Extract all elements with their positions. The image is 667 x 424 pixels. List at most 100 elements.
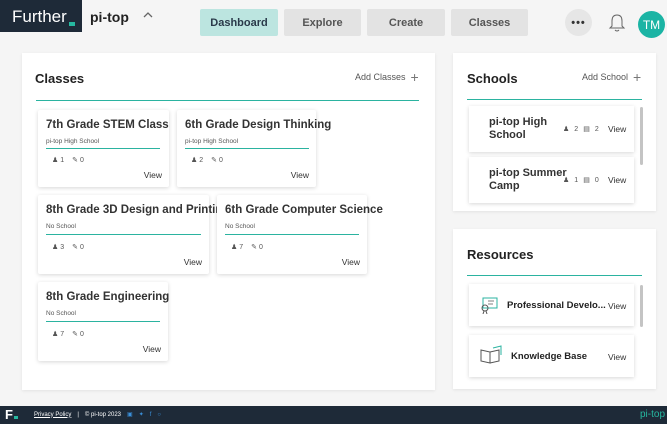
edit-count-value: 0 xyxy=(258,244,263,251)
view-resource-button[interactable]: View xyxy=(608,352,626,362)
view-school-button[interactable]: View xyxy=(608,124,626,134)
schools-title: Schools xyxy=(467,71,518,86)
footer-links: Privacy Policy | © pi-top 2023 ▣ ✦ f ○ xyxy=(34,411,161,419)
class-stats: ♟ 3 ✎ 0 xyxy=(52,243,84,251)
class-card[interactable]: 6th Grade Computer Science No School ♟ 7… xyxy=(217,195,383,274)
student-count-value: 7 xyxy=(239,244,244,251)
school-name-line2: School xyxy=(489,129,526,141)
classes-title: Classes xyxy=(35,71,85,86)
student-count: ♟ 7 xyxy=(231,243,243,251)
add-classes-label: Add Classes xyxy=(355,72,406,82)
more-options-button[interactable]: ••• xyxy=(565,9,592,36)
view-class-button[interactable]: View xyxy=(184,257,202,267)
instagram-icon[interactable]: ▣ xyxy=(127,411,133,418)
tab-explore[interactable]: Explore xyxy=(284,9,361,36)
facebook-icon[interactable]: f xyxy=(150,412,152,418)
student-count-value: 7 xyxy=(60,331,65,338)
resource-row[interactable]: Professional Develo... View xyxy=(469,284,634,326)
resource-name: Knowledge Base xyxy=(511,351,588,362)
school-name-line1: pi-top High xyxy=(489,116,548,128)
school-stats: ♟ 2 ▤ 2 xyxy=(563,125,599,134)
student-count: ♟ 3 xyxy=(52,243,64,251)
add-classes-button[interactable]: Add Classes + xyxy=(355,70,419,84)
edit-count-value: 0 xyxy=(79,331,84,338)
view-class-button[interactable]: View xyxy=(143,344,161,354)
view-resource-button[interactable]: View xyxy=(608,301,626,311)
certificate-icon xyxy=(479,294,501,319)
pencil-icon: ✎ xyxy=(72,157,79,164)
class-school: No School xyxy=(225,223,255,230)
class-school: pi-top High School xyxy=(185,138,239,145)
class-card[interactable]: 7th Grade STEM Class pi-top High School … xyxy=(38,110,169,187)
class-school: No School xyxy=(46,310,76,317)
class-name: 6th Grade Design Thinking xyxy=(185,119,332,131)
class-school: pi-top High School xyxy=(46,138,100,145)
resource-row[interactable]: Knowledge Base View xyxy=(469,335,634,377)
view-class-button[interactable]: View xyxy=(144,170,162,180)
tab-create[interactable]: Create xyxy=(367,9,445,36)
school-name: pi-top High School xyxy=(489,116,547,142)
view-class-button[interactable]: View xyxy=(342,257,360,267)
school-name-line1: pi-top Summer xyxy=(489,167,567,179)
edit-count: ✎ 0 xyxy=(72,156,84,164)
classes-title-underline xyxy=(36,100,419,101)
discord-icon[interactable]: ○ xyxy=(157,412,161,418)
pencil-icon: ✎ xyxy=(251,244,258,251)
class-name: 8th Grade 3D Design and Printing xyxy=(46,204,230,216)
person-icon: ♟ xyxy=(52,331,59,338)
person-icon: ♟ xyxy=(52,157,59,164)
class-stats: ♟ 7 ✎ 0 xyxy=(231,243,263,251)
logo-accent-mark xyxy=(13,416,18,419)
edit-count: ✎ 0 xyxy=(251,243,263,251)
resources-title-underline xyxy=(467,275,642,276)
class-stats: ♟ 2 ✎ 0 xyxy=(191,156,223,164)
privacy-policy-link[interactable]: Privacy Policy xyxy=(34,412,71,418)
schools-scrollbar[interactable] xyxy=(640,107,643,165)
class-stats: ♟ 7 ✎ 0 xyxy=(52,330,84,338)
student-count-value: 1 xyxy=(60,157,65,164)
schools-title-underline xyxy=(467,99,642,100)
edit-count-value: 0 xyxy=(79,244,84,251)
student-count-value: 3 xyxy=(60,244,65,251)
class-card[interactable]: 8th Grade 3D Design and Printing No Scho… xyxy=(38,195,229,274)
tab-classes[interactable]: Classes xyxy=(451,9,528,36)
person-icon: ♟ xyxy=(231,244,238,251)
footer-logo[interactable]: F xyxy=(5,407,18,422)
class-card[interactable]: 8th Grade Engineering No School ♟ 7 ✎ 0 … xyxy=(38,282,170,361)
further-logo-text: Further xyxy=(12,7,67,26)
top-navigation: Further pi-top Dashboard Explore Create … xyxy=(0,0,667,43)
view-class-button[interactable]: View xyxy=(291,170,309,180)
resources-scrollbar[interactable] xyxy=(640,285,643,327)
classes-panel: Classes Add Classes + 7th Grade STEM Cla… xyxy=(22,53,435,390)
add-school-button[interactable]: Add School + xyxy=(582,70,641,84)
card-divider xyxy=(225,234,359,235)
copyright-text: © pi-top 2023 xyxy=(84,411,122,418)
classroom-icon: ▤ xyxy=(583,126,590,133)
chevron-up-icon[interactable] xyxy=(142,8,154,25)
school-stats: ♟ 1 ▤ 0 xyxy=(563,176,599,185)
view-school-button[interactable]: View xyxy=(608,175,626,185)
person-icon: ♟ xyxy=(52,244,59,251)
student-count-value: 2 xyxy=(199,157,204,164)
twitter-icon[interactable]: ✦ xyxy=(139,411,144,418)
school-row[interactable]: pi-top Summer Camp ♟ 1 ▤ 0 View xyxy=(469,157,634,203)
person-icon: ♟ xyxy=(563,126,570,133)
card-divider xyxy=(46,321,160,322)
footer-pitop-logo[interactable]: pi-top xyxy=(640,409,665,420)
class-card[interactable]: 6th Grade Design Thinking pi-top High Sc… xyxy=(177,110,331,187)
person-icon: ♟ xyxy=(563,177,570,184)
edit-count-value: 0 xyxy=(79,157,84,164)
organisation-name[interactable]: pi-top xyxy=(90,9,129,25)
logo-accent-mark xyxy=(68,22,75,26)
edit-count-value: 0 xyxy=(218,157,223,164)
bell-icon[interactable] xyxy=(603,9,630,36)
school-student-count: 1 xyxy=(574,176,579,184)
class-name: 8th Grade Engineering xyxy=(46,291,170,303)
user-avatar[interactable]: TM xyxy=(638,11,665,38)
further-logo[interactable]: Further xyxy=(0,0,82,32)
footer: F Privacy Policy | © pi-top 2023 ▣ ✦ f ○… xyxy=(0,406,667,424)
tab-dashboard[interactable]: Dashboard xyxy=(200,9,278,36)
card-divider xyxy=(46,148,160,149)
school-row[interactable]: pi-top High School ♟ 2 ▤ 2 View xyxy=(469,106,634,152)
footer-separator: | xyxy=(77,411,79,418)
